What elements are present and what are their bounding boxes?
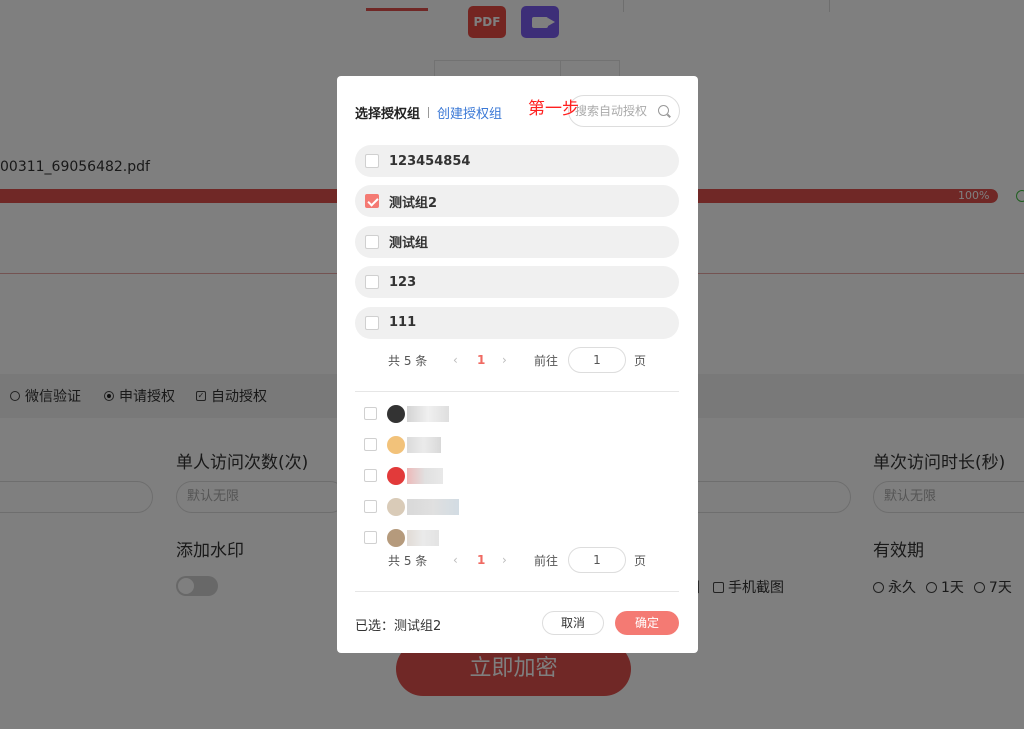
group-pagination: 共 5 条 ‹ 1 › 前往 1 页 <box>337 347 698 373</box>
group-row[interactable]: 123 <box>355 266 679 299</box>
group-checkbox[interactable] <box>365 275 379 290</box>
pager-unit: 页 <box>634 553 647 568</box>
user-name-redacted <box>407 436 441 453</box>
user-row[interactable] <box>364 460 459 491</box>
group-checkbox[interactable] <box>365 234 379 249</box>
user-name-redacted <box>407 498 459 515</box>
group-search-input[interactable] <box>575 103 655 119</box>
avatar <box>387 404 405 423</box>
avatar <box>387 435 405 454</box>
group-checkbox-checked[interactable] <box>365 194 379 209</box>
user-checkbox[interactable] <box>364 531 377 544</box>
group-row[interactable]: 测试组2 <box>355 185 679 218</box>
pager-prev-icon[interactable]: ‹ <box>453 353 458 367</box>
pager-goto-label: 前往 <box>534 553 559 568</box>
pager-prev-icon[interactable]: ‹ <box>453 553 458 567</box>
dialog-title: 选择授权组 <box>355 106 421 122</box>
pager-unit: 页 <box>634 353 647 368</box>
dialog-header: 选择授权组 创建授权组 <box>355 98 502 126</box>
group-name: 123 <box>389 274 417 290</box>
cancel-button[interactable]: 取消 <box>542 611 604 635</box>
user-name-redacted <box>407 467 443 484</box>
selected-summary: 已选：测试组2 <box>355 619 442 634</box>
user-checkbox[interactable] <box>364 438 377 451</box>
group-name: 111 <box>389 315 417 331</box>
group-checkbox[interactable] <box>365 154 379 168</box>
create-auth-group-link[interactable]: 创建授权组 <box>437 103 502 122</box>
section-divider <box>355 391 679 392</box>
pager-next-icon[interactable]: › <box>502 353 507 367</box>
pager-total: 共 5 条 <box>388 353 428 368</box>
confirm-button[interactable]: 确定 <box>615 611 679 635</box>
pager-goto-label: 前往 <box>534 353 559 368</box>
section-divider <box>355 591 679 592</box>
group-row[interactable]: 123454854 <box>355 145 679 177</box>
user-list <box>364 398 459 553</box>
avatar <box>387 497 405 516</box>
auth-group-list: 123454854 测试组2 测试组 123 111 <box>355 145 679 347</box>
step-annotation: 第一步 <box>528 99 579 119</box>
group-name: 123454854 <box>389 153 471 169</box>
pager-current-page[interactable]: 1 <box>477 353 485 367</box>
group-search[interactable] <box>568 95 680 127</box>
pager-current-page[interactable]: 1 <box>477 553 485 567</box>
group-checkbox[interactable] <box>365 315 379 330</box>
pager-goto-input[interactable]: 1 <box>568 347 626 373</box>
user-checkbox[interactable] <box>364 469 377 482</box>
group-name: 测试组2 <box>389 195 438 211</box>
search-icon[interactable] <box>658 105 669 116</box>
user-pagination: 共 5 条 ‹ 1 › 前往 1 页 <box>337 547 698 573</box>
group-row[interactable]: 111 <box>355 306 679 339</box>
user-checkbox[interactable] <box>364 407 377 420</box>
avatar <box>387 528 405 547</box>
select-auth-group-dialog: 选择授权组 创建授权组 第一步 123454854 测试组2 测试组 123 1… <box>337 76 698 653</box>
pager-goto-input[interactable]: 1 <box>568 547 626 573</box>
user-checkbox[interactable] <box>364 500 377 513</box>
group-row[interactable]: 测试组 <box>355 225 679 258</box>
user-name-redacted <box>407 405 449 422</box>
user-row[interactable] <box>364 398 459 429</box>
user-name-redacted <box>407 529 439 546</box>
header-separator <box>428 106 430 118</box>
pager-next-icon[interactable]: › <box>502 553 507 567</box>
user-row[interactable] <box>364 429 459 460</box>
user-row[interactable] <box>364 491 459 522</box>
avatar <box>387 466 405 485</box>
pager-total: 共 5 条 <box>388 553 428 568</box>
group-name: 测试组 <box>389 236 429 252</box>
